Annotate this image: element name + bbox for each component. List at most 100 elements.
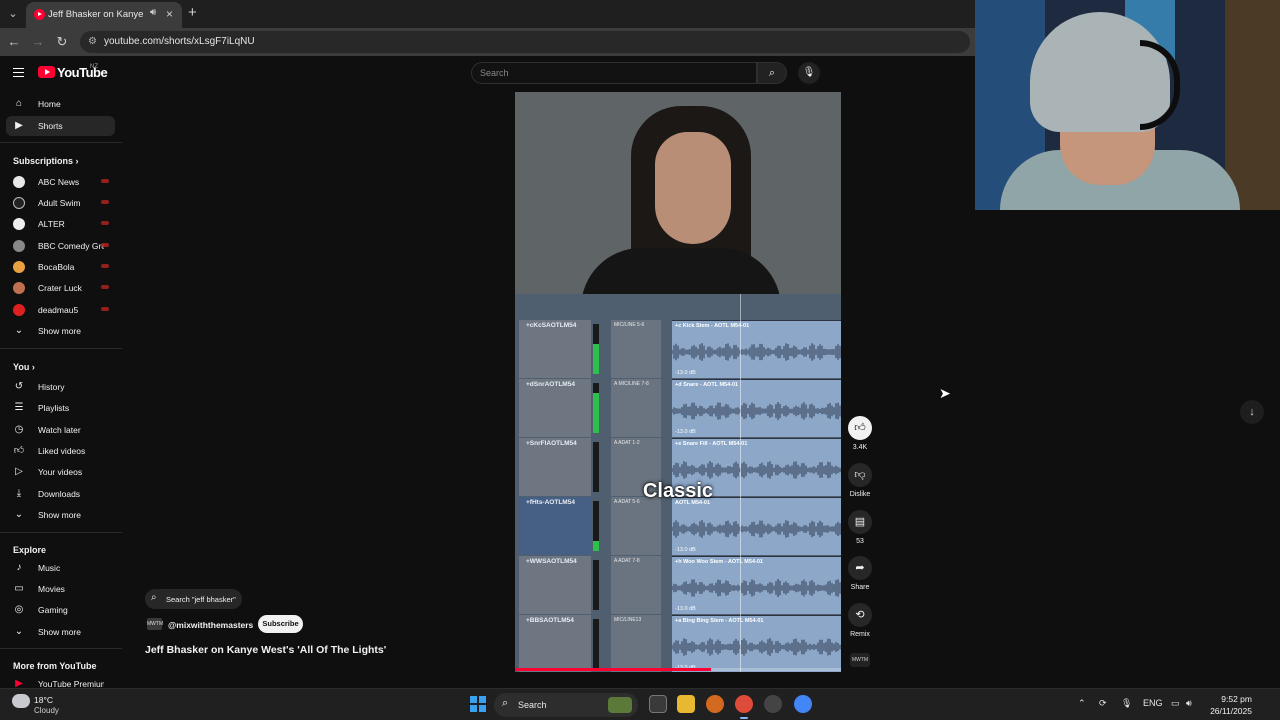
you-heading[interactable]: You › [13, 362, 35, 372]
chevron-down-icon: ⌄ [14, 509, 24, 520]
clock-date[interactable]: 26/11/2025 [1200, 706, 1252, 716]
audio-playing-icon[interactable]: 🔊︎ [150, 7, 156, 18]
forward-icon[interactable]: → [30, 34, 46, 49]
search-icon: ⌕ [768, 67, 776, 79]
like-action[interactable]: 👍︎ 3.4K [848, 416, 872, 451]
site-info-icon[interactable]: ⚙ [88, 36, 97, 47]
daw-waveform-path [672, 402, 841, 420]
sidebar-item-your-videos[interactable]: ▷ Your videos [6, 462, 115, 482]
voice-search-button[interactable]: 🎙︎ [798, 62, 820, 84]
daw-track: +WWSAOTLM54 A ADAT 7-8 +h Woo Woo Stem - A… [515, 556, 841, 614]
share-icon[interactable]: ➦ [848, 556, 872, 580]
sidebar-item-adult-swim[interactable]: Adult Swim [6, 193, 115, 213]
youtube-favicon-icon [34, 9, 45, 20]
country-code: NZ [90, 64, 98, 70]
network-icon[interactable]: ▭ [1171, 698, 1180, 709]
sidebar-item-bocabola[interactable]: BocaBola [6, 257, 115, 277]
daw-level-fill [593, 344, 599, 374]
search-button[interactable]: ⌕ [757, 62, 787, 84]
weather-condition[interactable]: Cloudy [34, 706, 59, 715]
sidebar-item-label: Music [38, 563, 61, 573]
sidebar-item-deadmau5[interactable]: deadmau5 [6, 300, 115, 320]
next-short-button[interactable]: ↓ [1240, 400, 1264, 424]
chevron-down-icon: ⌄ [14, 626, 24, 637]
microphone-icon[interactable]: 🎙︎ [1121, 698, 1132, 709]
taskbar-search[interactable]: ⌕ Search [494, 693, 638, 717]
sidebar-item-gaming[interactable]: ◎ Gaming [6, 600, 115, 620]
search-input[interactable]: Search [471, 62, 757, 84]
windows-start-icon[interactable] [470, 696, 486, 712]
channel-name[interactable]: @mixwiththemasters [168, 620, 253, 630]
sidebar-item-music[interactable]: ♪ Music [6, 558, 115, 578]
sidebar-item-shorts[interactable]: ▶ Shorts [6, 116, 115, 136]
daw-clip-gain: -13.0 dB [675, 547, 696, 553]
sidebar-item-crater-luck[interactable]: Crater Luck [6, 278, 115, 298]
remix-action[interactable]: ⟲ Remix [848, 603, 872, 638]
browser-tab[interactable]: Jeff Bhasker on Kanye West's 🔊︎ × [26, 2, 182, 28]
shorts-video-player[interactable]: +cKcSAOTLM54 MIC/LINE 5-6 +c Kick Stem - A… [515, 92, 841, 672]
show-more-explore[interactable]: ⌄ Show more [6, 622, 115, 642]
daw-io-label: A ADAT 1-2 [614, 440, 640, 446]
volume-icon[interactable]: 🔊︎ [1186, 698, 1192, 709]
sidebar-item-label: ABC News [38, 177, 80, 187]
reload-icon[interactable]: ↻ [54, 34, 70, 50]
more-from-youtube-heading: More from YouTube [13, 661, 97, 671]
search-suggestion-chip[interactable]: ⌕ Search "jeff bhasker" [145, 589, 242, 609]
subscriptions-heading[interactable]: Subscriptions › [13, 156, 79, 166]
audio-channel-thumbnail[interactable]: MWTM [850, 653, 870, 667]
divider [0, 348, 122, 349]
tab-search-icon[interactable]: ⌄ [4, 5, 22, 23]
like-icon: 👍︎ [13, 445, 25, 456]
search-highlight-icon [608, 697, 632, 713]
sidebar-item-abc-news[interactable]: ABC News [6, 172, 115, 192]
show-more-you[interactable]: ⌄ Show more [6, 505, 115, 525]
subscribe-button[interactable]: Subscribe [258, 615, 303, 633]
sidebar-item-liked-videos[interactable]: 👍︎ Liked videos [6, 441, 115, 461]
address-bar[interactable]: ⚙ youtube.com/shorts/xLsgF7iLqNU [80, 31, 970, 53]
daw-level-meter [593, 324, 599, 374]
chrome-icon[interactable] [735, 695, 753, 719]
show-more-subscriptions[interactable]: ⌄ Show more [6, 321, 115, 341]
sidebar-item-alter[interactable]: ALTER [6, 214, 115, 234]
dislike-icon[interactable]: 👎︎ [848, 463, 872, 487]
sidebar-item-history[interactable]: ↺ History [6, 377, 115, 397]
like-icon[interactable]: 👍︎ [848, 416, 872, 440]
sidebar-item-label: Your videos [38, 467, 83, 477]
youtube-logo-text[interactable]: YouTube [57, 65, 108, 80]
sidebar-item-downloads[interactable]: ⤓ Downloads [6, 484, 115, 504]
new-tab-icon[interactable]: + [188, 4, 197, 21]
sidebar-item-playlists[interactable]: ☰ Playlists [6, 398, 115, 418]
video-title[interactable]: Jeff Bhasker on Kanye West's 'All Of The… [145, 644, 386, 656]
youtube-logo-icon[interactable] [38, 66, 55, 78]
sidebar-item-movies[interactable]: ▭ Movies [6, 579, 115, 599]
daw-clip-gain: -13.0 dB [675, 370, 696, 376]
sidebar-item-label: Liked videos [38, 446, 86, 456]
brave-browser-icon[interactable] [706, 695, 724, 713]
dislike-action[interactable]: 👎︎ Dislike [848, 463, 872, 498]
obs-icon[interactable] [764, 695, 782, 713]
comments-action[interactable]: ▤ 53 [848, 510, 872, 545]
weather-temperature[interactable]: 18°C [34, 695, 53, 705]
playlists-icon: ☰ [14, 402, 24, 413]
comment-icon[interactable]: ▤ [848, 510, 872, 534]
back-icon[interactable]: ← [6, 34, 22, 49]
show-hidden-icons-icon[interactable]: ⌃ [1078, 698, 1086, 709]
task-view-icon[interactable] [649, 695, 667, 713]
clock-time[interactable]: 9:52 pm [1210, 694, 1252, 704]
avatar [13, 197, 25, 209]
menu-icon[interactable] [13, 68, 24, 77]
close-tab-icon[interactable]: × [166, 7, 173, 21]
chrome-profile-icon[interactable] [794, 695, 812, 713]
weather-cloudy-icon[interactable] [12, 694, 30, 708]
sidebar-item-home[interactable]: ⌂ Home [6, 94, 115, 114]
share-action[interactable]: ➦ Share [848, 556, 872, 591]
remix-icon[interactable]: ⟲ [848, 603, 872, 627]
video-progress-bar[interactable] [515, 668, 841, 671]
sync-icon[interactable]: ⟳ [1099, 698, 1107, 709]
sidebar-item-bbc-comedy[interactable]: BBC Comedy Gre... [6, 236, 115, 256]
divider [0, 648, 122, 649]
language-indicator[interactable]: ENG [1143, 698, 1163, 708]
channel-avatar[interactable]: MWTM [147, 618, 163, 630]
file-explorer-icon[interactable] [677, 695, 695, 713]
sidebar-item-watch-later[interactable]: ◷ Watch later [6, 420, 115, 440]
